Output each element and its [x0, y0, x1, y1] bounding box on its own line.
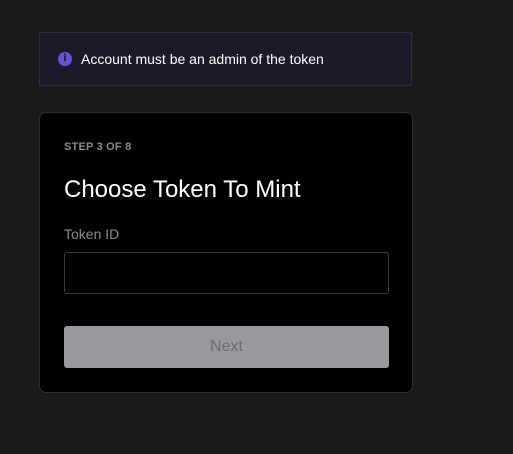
next-button[interactable]: Next	[64, 326, 389, 368]
token-id-input[interactable]	[64, 252, 389, 294]
notice-text: Account must be an admin of the token	[81, 51, 324, 67]
info-icon: i	[58, 52, 72, 66]
page-title: Choose Token To Mint	[64, 176, 301, 203]
info-notice: i Account must be an admin of the token	[39, 32, 412, 86]
token-id-label: Token ID	[64, 226, 120, 242]
mint-token-card: STEP 3 OF 8 Choose Token To Mint Token I…	[39, 112, 413, 393]
step-indicator: STEP 3 OF 8	[64, 141, 132, 153]
